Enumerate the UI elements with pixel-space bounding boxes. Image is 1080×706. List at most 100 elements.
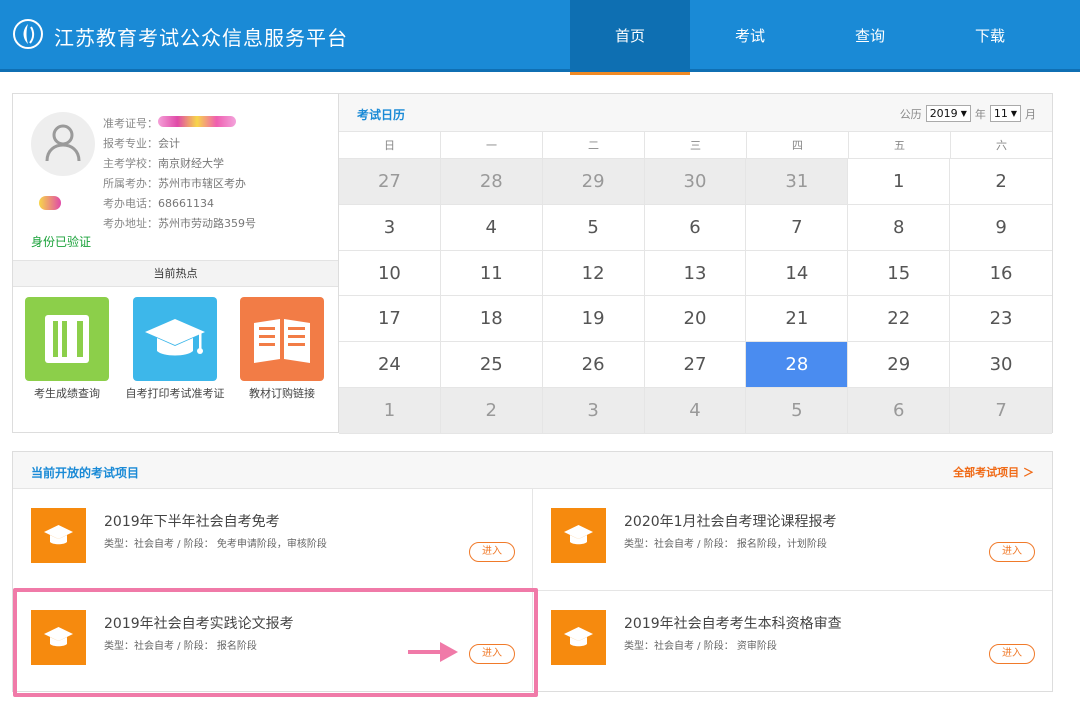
calendar-day[interactable]: 5 — [542, 204, 645, 251]
calendar-day[interactable]: 14 — [746, 250, 849, 297]
logo-icon — [13, 19, 43, 49]
calendar-day[interactable]: 2 — [950, 159, 1052, 205]
weekday-label: 五 — [849, 132, 951, 158]
enter-button[interactable]: 进入 — [989, 644, 1035, 664]
calendar-day[interactable]: 9 — [950, 204, 1052, 251]
nav-home[interactable]: 首页 — [570, 0, 690, 75]
exam-meta: 类型：社会自考 / 阶段： 资审阶段 — [624, 641, 777, 652]
user-icon — [45, 124, 81, 162]
calendar-day[interactable]: 30 — [950, 342, 1052, 389]
info-row: 报考专业：会计 — [103, 137, 180, 150]
calendar-day[interactable]: 20 — [644, 296, 747, 343]
weekday-row: 日一二三四五 六 — [339, 132, 1052, 159]
open-book-icon — [254, 319, 310, 363]
calendar-day[interactable]: 4 — [644, 388, 747, 434]
print-admission-tile[interactable] — [133, 297, 217, 381]
calendar-day[interactable]: 4 — [440, 204, 543, 251]
calendar-day[interactable]: 23 — [950, 296, 1052, 343]
textbook-order-label[interactable]: 教材订购链接 — [232, 388, 332, 399]
verified-status: 身份已验证 — [31, 235, 92, 249]
score-query-label[interactable]: 考生成绩查询 — [17, 388, 117, 399]
calendar-day[interactable]: 15 — [848, 250, 951, 297]
nav-exam[interactable]: 考试 — [690, 0, 810, 72]
calendar-day[interactable]: 1 — [339, 388, 441, 434]
calendar-day[interactable]: 16 — [950, 250, 1052, 297]
calendar-day[interactable]: 3 — [542, 388, 645, 434]
calendar-day[interactable]: 1 — [848, 159, 951, 205]
month-select[interactable]: 11 ▼ — [989, 105, 1021, 122]
calendar-day[interactable]: 19 — [542, 296, 645, 343]
calendar-day[interactable]: 31 — [746, 159, 849, 205]
calendar-day[interactable]: 10 — [339, 250, 441, 297]
exam-title[interactable]: 2019年下半年社会自考免考 — [104, 511, 280, 531]
avatar — [31, 112, 95, 176]
exam-meta: 类型：社会自考 / 阶段： 免考申请阶段，审核阶段 — [104, 539, 327, 550]
main-nav: 首页 考试 查询 下载 — [570, 0, 1050, 75]
calendar-grid: 27 28 29 30 31 1 2 3 4 5 6 7 8 9 10 11 12 13 14 15 16 17 18 19 2… — [339, 159, 1052, 434]
exam-card: 2019年社会自考考生本科资格审查 类型：社会自考 / 阶段： 资审阶段 进入 — [533, 591, 1052, 692]
calendar-day[interactable]: 24 — [339, 342, 441, 389]
calendar-day[interactable]: 2 — [440, 388, 543, 434]
calendar-day[interactable]: 13 — [644, 250, 747, 297]
print-admission-label[interactable]: 自考打印考试准考证 — [125, 388, 225, 399]
calendar-day[interactable]: 25 — [440, 342, 543, 389]
textbook-order-tile[interactable] — [240, 297, 324, 381]
calendar-day[interactable]: 3 — [339, 204, 441, 251]
calendar-day[interactable]: 18 — [440, 296, 543, 343]
calendar-day[interactable]: 11 — [440, 250, 543, 297]
calendar-day[interactable]: 8 — [848, 204, 951, 251]
calendar-day[interactable]: 27 — [339, 159, 441, 205]
calendar-day[interactable]: 6 — [848, 388, 951, 434]
calendar-day[interactable]: 12 — [542, 250, 645, 297]
weekday-label: 二 — [543, 132, 645, 158]
chevron-down-icon: ▼ — [1010, 109, 1017, 118]
calendar-day[interactable]: 7 — [950, 388, 1052, 434]
calendar-day[interactable]: 29 — [542, 159, 645, 205]
weekday-label: 三 — [645, 132, 747, 158]
nav-download[interactable]: 下载 — [930, 0, 1050, 72]
graduation-cap-icon — [145, 319, 205, 356]
exam-calendar: 考试日历 公历 2019 ▼ 年 11 ▼ 月 日一二三四五六 27 28 29 30 31… — [339, 93, 1053, 434]
calendar-day[interactable]: 6 — [644, 204, 747, 251]
score-query-tile[interactable] — [25, 297, 109, 381]
top-header: 江苏教育考试公众信息服务平台 首页 考试 查询 下载 — [0, 0, 1080, 75]
calendar-day[interactable]: 22 — [848, 296, 951, 343]
highlight-box — [13, 588, 538, 697]
profile-info: 准考证号： 报考专业：会计 主考学校：南京财经大学 所属考办：苏州市市辖区考办 … — [103, 114, 256, 234]
info-row: 考办电话：68661134 — [103, 197, 214, 210]
exam-title[interactable]: 2019年社会自考考生本科资格审查 — [624, 613, 842, 633]
calendar-day[interactable]: 5 — [746, 388, 849, 434]
calendar-day[interactable]: 30 — [644, 159, 747, 205]
weekday-label: 六 — [996, 139, 1007, 152]
info-row: 准考证号： — [103, 117, 158, 130]
calendar-day[interactable]: 7 — [746, 204, 849, 251]
calendar-day[interactable]: 28 — [440, 159, 543, 205]
calendar-day-today[interactable]: 28 — [746, 342, 849, 389]
graduation-cap-icon — [44, 525, 73, 545]
year-suffix: 年 — [974, 107, 986, 121]
info-row: 所属考办：苏州市市辖区考办 — [103, 177, 246, 190]
weekday-label: 日 — [339, 132, 441, 158]
enter-button[interactable]: 进入 — [469, 542, 515, 562]
weekday-label: 四 — [747, 132, 849, 158]
calendar-day[interactable]: 17 — [339, 296, 441, 343]
exam-title[interactable]: 2020年1月社会自考理论课程报考 — [624, 511, 837, 531]
calendar-type-label: 公历 — [899, 107, 922, 121]
profile-panel: 准考证号： 报考专业：会计 主考学校：南京财经大学 所属考办：苏州市市辖区考办 … — [12, 93, 339, 433]
privacy-sticker-icon — [39, 196, 61, 210]
calendar-day[interactable]: 26 — [542, 342, 645, 389]
all-exams-link[interactable]: 全部考试项目 ＞ — [953, 464, 1034, 480]
calendar-title: 考试日历 — [357, 108, 406, 122]
graduation-cap-icon — [564, 525, 593, 545]
chevron-down-icon: ▼ — [960, 109, 967, 118]
calendar-day[interactable]: 21 — [746, 296, 849, 343]
year-select[interactable]: 2019 ▼ — [925, 105, 971, 122]
nav-query[interactable]: 查询 — [810, 0, 930, 72]
info-row: 考办地址：苏州市劳动路359号 — [103, 217, 256, 230]
calendar-day[interactable]: 29 — [848, 342, 951, 389]
graduation-cap-icon — [564, 627, 593, 647]
month-suffix: 月 — [1025, 107, 1036, 121]
hot-topics-title: 当前热点 — [13, 260, 338, 287]
enter-button[interactable]: 进入 — [989, 542, 1035, 562]
calendar-day[interactable]: 27 — [644, 342, 747, 389]
